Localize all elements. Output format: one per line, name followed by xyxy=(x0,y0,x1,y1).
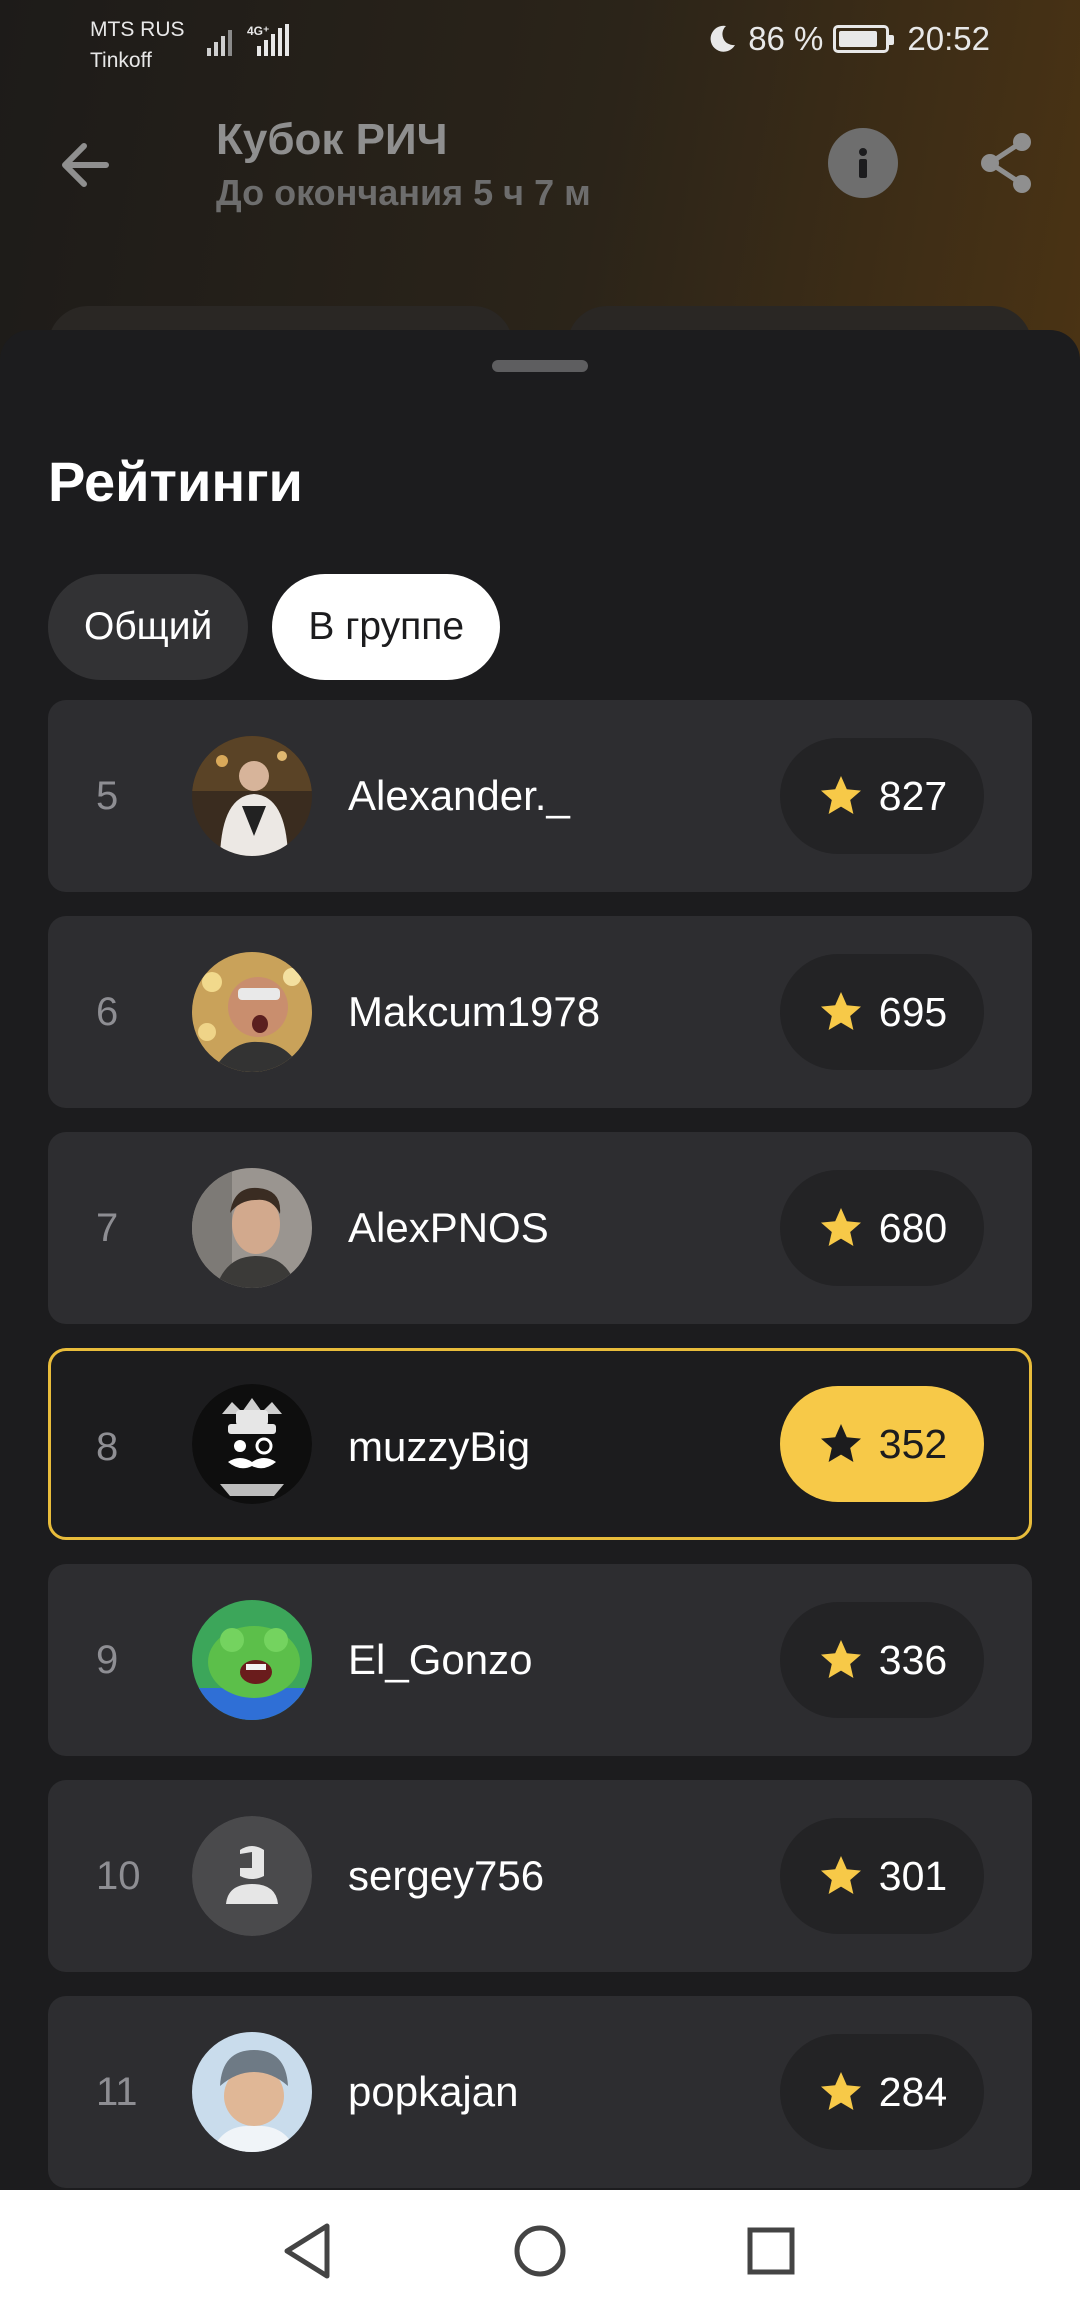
rank-number: 9 xyxy=(96,1637,119,1682)
user-avatar xyxy=(192,736,312,856)
rank-number: 11 xyxy=(96,2069,138,2114)
score-value: 301 xyxy=(878,1852,948,1899)
ranking-row[interactable]: 6 Makcum1978 695 xyxy=(48,916,1032,1108)
battery-icon xyxy=(833,25,895,53)
ratings-bottom-sheet: Рейтинги Общий В группе 5 Alexander._ 82… xyxy=(0,330,1080,2190)
ranking-row[interactable]: 9 El_Gonzo 336 xyxy=(48,1564,1032,1756)
rank-number: 7 xyxy=(96,1205,119,1250)
tab-in-group[interactable]: В группе xyxy=(272,574,501,680)
score-badge: 336 xyxy=(780,1602,984,1718)
arrow-left-icon[interactable] xyxy=(50,130,120,200)
rank-number: 6 xyxy=(96,989,119,1034)
username: muzzyBig xyxy=(348,1423,531,1470)
back-triangle-icon[interactable] xyxy=(271,2214,345,2288)
status-indicators: 86 % 20:52 xyxy=(706,20,990,58)
star-icon xyxy=(820,1424,861,1462)
score-value: 680 xyxy=(878,1204,948,1251)
tab-overall[interactable]: Общий xyxy=(48,574,249,680)
score-badge: 301 xyxy=(780,1818,984,1934)
rank-number: 5 xyxy=(96,773,119,818)
screen: MTS RUS Tinkoff 4G⁺ 86 % 20:52 Кубок РИЧ… xyxy=(0,0,1080,2312)
score-badge: 827 xyxy=(780,738,984,854)
score-value: 336 xyxy=(878,1636,948,1683)
status-bar: MTS RUS Tinkoff 4G⁺ 86 % 20:52 xyxy=(0,0,1080,80)
ranking-row[interactable]: 7 AlexPNOS 680 xyxy=(48,1132,1032,1324)
user-avatar xyxy=(192,1168,312,1288)
star-icon xyxy=(820,992,861,1030)
ranking-row[interactable]: 5 Alexander._ 827 xyxy=(48,700,1032,892)
score-badge-highlighted: 352 xyxy=(780,1386,984,1502)
username: Makcum1978 xyxy=(348,988,601,1035)
battery-percent: 86 % xyxy=(748,20,824,57)
network-type: 4G⁺ xyxy=(247,24,269,38)
ranking-row[interactable]: 10 sergey756 301 xyxy=(48,1780,1032,1972)
score-value: 352 xyxy=(878,1420,948,1467)
username: Alexander._ xyxy=(348,772,570,819)
sheet-drag-handle[interactable] xyxy=(492,360,588,372)
username: sergey756 xyxy=(348,1852,545,1899)
username: popkajan xyxy=(348,2068,519,2115)
rank-number: 10 xyxy=(96,1853,141,1898)
star-icon xyxy=(820,1640,861,1678)
user-avatar xyxy=(192,1384,312,1504)
recents-square-icon[interactable] xyxy=(734,2214,808,2288)
carrier-info: MTS RUS Tinkoff xyxy=(90,14,185,76)
star-icon xyxy=(820,776,861,814)
username: AlexPNOS xyxy=(348,1204,549,1251)
user-avatar xyxy=(192,2032,312,2152)
default-user-avatar xyxy=(192,1816,312,1936)
score-value: 827 xyxy=(878,772,948,819)
score-badge: 680 xyxy=(780,1170,984,1286)
moon-icon xyxy=(710,25,736,52)
score-badge: 695 xyxy=(780,954,984,1070)
tournament-title: Кубок РИЧ xyxy=(216,115,448,164)
ranking-list: 5 Alexander._ 827 6 Makcum1978 695 7 Ale… xyxy=(48,700,1032,2190)
info-icon xyxy=(859,148,867,178)
top-app-bar: Кубок РИЧ До окончания 5 ч 7 м xyxy=(0,100,1080,230)
system-navigation-bar xyxy=(0,2190,1080,2312)
info-button[interactable] xyxy=(828,128,898,198)
star-icon xyxy=(820,1208,861,1246)
score-value: 284 xyxy=(878,2068,948,2115)
ratings-tabs: Общий В группе xyxy=(48,574,501,680)
signal-icon: 4G⁺ xyxy=(207,24,289,56)
ranking-row[interactable]: 11 popkajan 284 xyxy=(48,1996,1032,2188)
time-remaining: До окончания 5 ч 7 м xyxy=(216,172,591,213)
score-value: 695 xyxy=(878,988,948,1035)
clock: 20:52 xyxy=(907,20,990,57)
carrier-name-1: MTS RUS xyxy=(90,18,185,41)
carrier-name-2: Tinkoff xyxy=(90,49,152,72)
sheet-title: Рейтинги xyxy=(48,450,303,513)
share-icon[interactable] xyxy=(972,128,1042,198)
rank-number: 8 xyxy=(96,1424,119,1469)
star-icon xyxy=(820,1856,861,1894)
star-icon xyxy=(820,2072,861,2110)
battery-fill xyxy=(839,31,878,47)
home-circle-icon[interactable] xyxy=(503,2214,577,2288)
user-avatar xyxy=(192,1600,312,1720)
ranking-row-current-user[interactable]: 8 muzzyBig 352 xyxy=(48,1348,1032,1540)
username: El_Gonzo xyxy=(348,1636,533,1683)
user-avatar xyxy=(192,952,312,1072)
score-badge: 284 xyxy=(780,2034,984,2150)
tournament-title-block: Кубок РИЧ До окончания 5 ч 7 м xyxy=(216,112,591,218)
